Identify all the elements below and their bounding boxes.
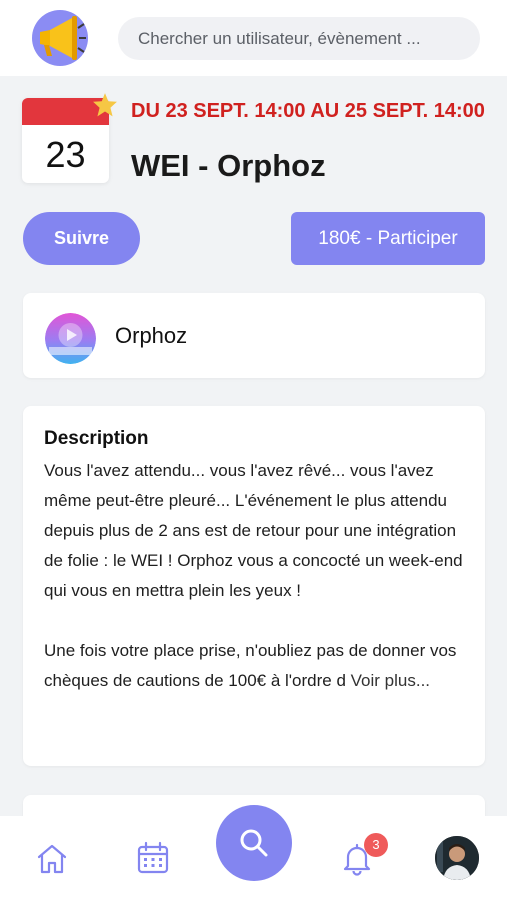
search-fab-button[interactable] xyxy=(216,805,292,881)
organizer-name[interactable]: Orphoz xyxy=(115,323,187,349)
star-icon xyxy=(93,93,117,117)
profile-avatar[interactable] xyxy=(435,836,479,880)
organizer-logo xyxy=(45,313,96,364)
notification-badge: 3 xyxy=(364,833,388,857)
search-icon xyxy=(240,829,268,857)
participate-button[interactable]: 180€ - Participer xyxy=(291,212,485,265)
description-title: Description xyxy=(44,428,149,449)
event-date-range: DU 23 SEPT. 14:00 AU 25 SEPT. 14:00 xyxy=(131,100,485,122)
organizer-card[interactable]: Orphoz xyxy=(23,293,485,378)
follow-button[interactable]: Suivre xyxy=(23,212,140,265)
calendar-icon[interactable] xyxy=(136,841,170,875)
calendar-day: 23 xyxy=(45,134,86,175)
event-title: WEI - Orphoz xyxy=(131,148,326,183)
home-icon[interactable] xyxy=(35,842,69,876)
top-bar xyxy=(0,0,507,76)
search-input[interactable] xyxy=(118,17,480,60)
description-card: Description Vous l'avez attendu... vous … xyxy=(23,406,485,766)
description-text: Vous l'avez attendu... vous l'avez rêvé.… xyxy=(44,456,469,696)
megaphone-icon xyxy=(40,16,86,60)
app-logo[interactable] xyxy=(32,10,88,66)
description-body: Vous l'avez attendu... vous l'avez rêvé.… xyxy=(44,461,463,690)
see-more-link[interactable]: Voir plus... xyxy=(351,671,430,690)
